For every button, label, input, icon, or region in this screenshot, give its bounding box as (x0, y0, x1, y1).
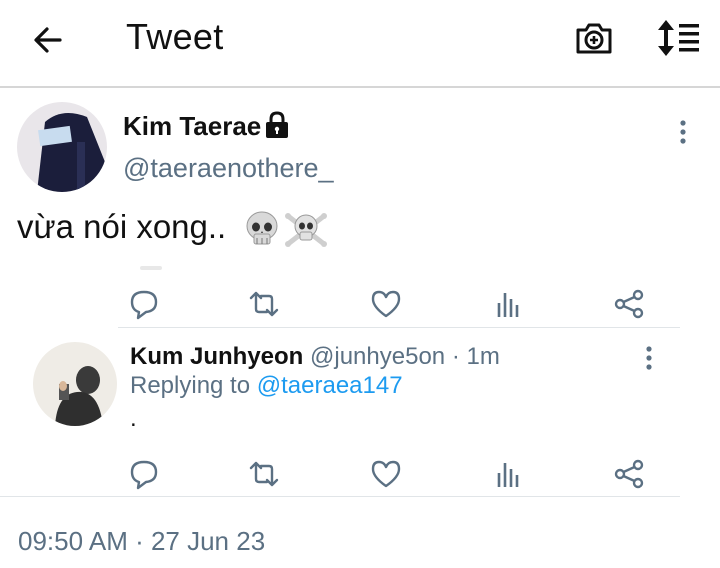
sort-icon[interactable] (655, 18, 701, 58)
skull-and-crossbones-icon (285, 213, 327, 247)
reply-divider (118, 327, 680, 328)
author-name[interactable]: Kim Taerae (123, 111, 261, 142)
reply-separator: · (451, 343, 460, 370)
reply-author-name[interactable]: Kum Junhyeon (130, 343, 303, 370)
skull-emoji-icons (246, 211, 327, 247)
author-handle[interactable]: @taeraenothere_ (123, 153, 334, 184)
timestamp-divider (0, 496, 680, 497)
like-icon[interactable] (369, 457, 403, 491)
tweet-action-bar (0, 285, 720, 325)
share-icon[interactable] (612, 287, 646, 321)
media-placeholder (140, 266, 162, 270)
top-bar: Tweet (0, 0, 720, 86)
skull-icon (246, 211, 278, 245)
reply-icon[interactable] (127, 457, 161, 491)
reply-time: 1m (466, 343, 500, 370)
like-icon[interactable] (369, 287, 403, 321)
reply-author-handle[interactable]: @junhye5on (310, 343, 445, 370)
analytics-icon[interactable] (491, 457, 525, 491)
reply-avatar[interactable] (33, 342, 117, 426)
more-options-icon[interactable] (672, 118, 694, 148)
reply-action-bar (0, 455, 720, 495)
share-icon[interactable] (612, 457, 646, 491)
analytics-icon[interactable] (491, 287, 525, 321)
avatar[interactable] (17, 102, 107, 192)
camera-plus-icon[interactable] (574, 18, 614, 58)
reply-more-options-icon[interactable] (638, 344, 660, 374)
lock-icon (266, 111, 288, 138)
replying-label: Replying to (130, 372, 251, 399)
reply-header: Kum Junhyeon @junhye5on · 1m (130, 343, 500, 371)
tweet-text: vừa nói xong.. (17, 208, 227, 245)
tweet-timestamp: 09:50 AM · 27 Jun 23 (18, 526, 266, 556)
back-arrow-icon[interactable] (30, 22, 66, 58)
replying-mention[interactable]: @taeraea147 (257, 372, 403, 399)
header-divider (0, 86, 720, 88)
reply-icon[interactable] (127, 287, 161, 321)
retweet-icon[interactable] (247, 457, 281, 491)
replying-to: Replying to @taeraea147 (130, 372, 403, 400)
page-title: Tweet (126, 16, 224, 57)
reply-text: . (130, 405, 137, 432)
retweet-icon[interactable] (247, 287, 281, 321)
